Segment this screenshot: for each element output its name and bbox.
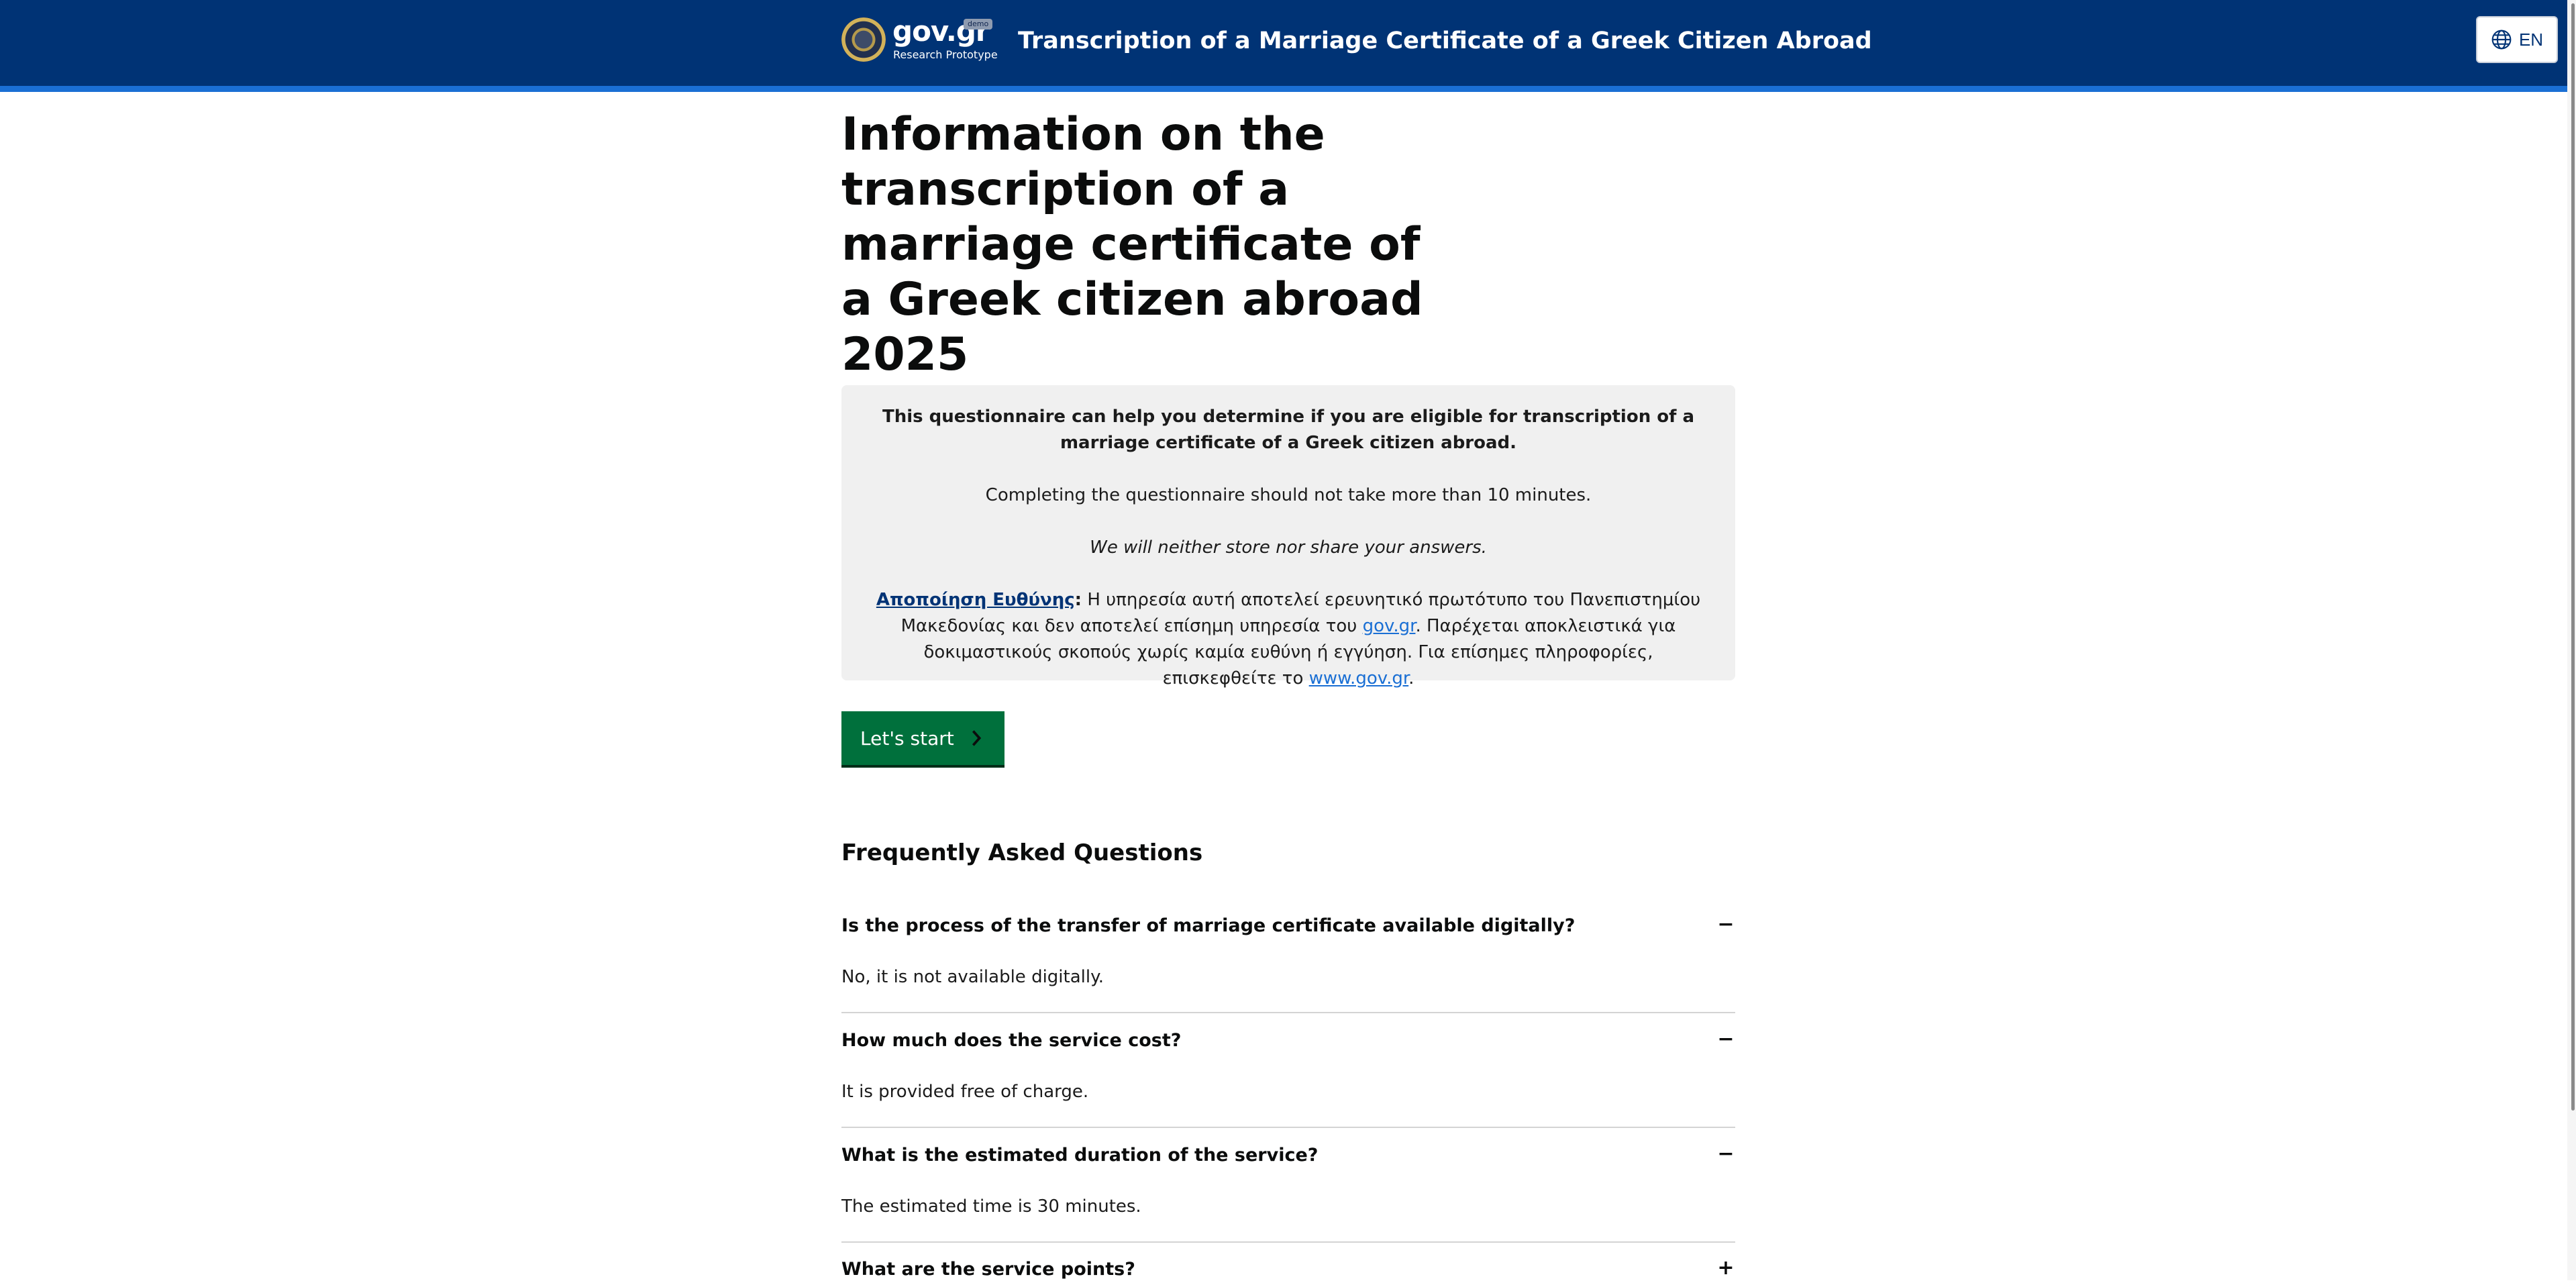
gov-gr-link[interactable]: gov.gr bbox=[1363, 616, 1416, 636]
language-code: EN bbox=[2518, 29, 2544, 50]
collapse-icon[interactable]: − bbox=[1716, 915, 1735, 935]
chevron-right-icon bbox=[972, 730, 981, 746]
faq-question[interactable]: What are the service points? + bbox=[841, 1256, 1735, 1283]
www-gov-gr-link[interactable]: www.gov.gr bbox=[1309, 668, 1409, 688]
logo-subtitle: Research Prototype bbox=[893, 48, 998, 61]
collapse-icon[interactable]: − bbox=[1716, 1029, 1735, 1049]
info-privacy: We will neither store nor share your ans… bbox=[1090, 537, 1487, 558]
faq-question[interactable]: Is the process of the transfer of marria… bbox=[841, 913, 1735, 939]
faq-question-text: Is the process of the transfer of marria… bbox=[841, 915, 1576, 936]
faq-answer: No, it is not available digitally. bbox=[841, 967, 1104, 987]
globe-icon bbox=[2491, 30, 2512, 50]
faq-answer: It is provided free of charge. bbox=[841, 1082, 1089, 1102]
start-button[interactable]: Let's start bbox=[841, 711, 1004, 768]
page-scrollbar-thumb[interactable] bbox=[2571, 3, 2575, 1111]
logo-demo-badge: demo bbox=[964, 19, 993, 30]
faq-divider bbox=[841, 1241, 1735, 1243]
disclaimer-label: Αποποίηση Ευθύνης bbox=[876, 590, 1075, 610]
gov-gr-logo[interactable]: gov.gr demo Research Prototype bbox=[841, 15, 998, 74]
faq-divider bbox=[841, 1127, 1735, 1128]
disclaimer-text-3: . bbox=[1408, 668, 1414, 688]
faq-item: Is the process of the transfer of marria… bbox=[841, 913, 1735, 990]
faq-question-text: What are the service points? bbox=[841, 1259, 1135, 1280]
faq-question-text: What is the estimated duration of the se… bbox=[841, 1145, 1319, 1166]
faq-item: How much does the service cost? − It is … bbox=[841, 1027, 1735, 1105]
page-title: Information on the transcription of a ma… bbox=[841, 108, 1423, 381]
info-disclaimer: Αποποίηση Ευθύνης: Η υπηρεσία αυτή αποτε… bbox=[868, 587, 1708, 692]
faq-question[interactable]: How much does the service cost? − bbox=[841, 1027, 1735, 1054]
greek-seal-icon bbox=[841, 17, 886, 62]
info-intro: This questionnaire can help you determin… bbox=[882, 407, 1695, 453]
faq-divider bbox=[841, 1012, 1735, 1013]
language-selector-button[interactable]: EN bbox=[2476, 16, 2558, 63]
faq-item: What is the estimated duration of the se… bbox=[841, 1142, 1735, 1219]
site-header: gov.gr demo Research Prototype Transcrip… bbox=[0, 0, 2576, 92]
faq-answer: The estimated time is 30 minutes. bbox=[841, 1196, 1141, 1217]
faq-question[interactable]: What is the estimated duration of the se… bbox=[841, 1142, 1735, 1169]
faq-item: What are the service points? + bbox=[841, 1256, 1735, 1283]
start-button-label: Let's start bbox=[860, 727, 954, 750]
collapse-icon[interactable]: − bbox=[1716, 1144, 1735, 1164]
service-title: Transcription of a Marriage Certificate … bbox=[1018, 28, 1872, 54]
disclaimer-colon: : bbox=[1074, 590, 1082, 610]
faq-title: Frequently Asked Questions bbox=[841, 839, 1203, 866]
faq-question-text: How much does the service cost? bbox=[841, 1030, 1182, 1051]
expand-icon[interactable]: + bbox=[1716, 1258, 1735, 1278]
questionnaire-info-box: This questionnaire can help you determin… bbox=[841, 385, 1735, 688]
info-duration: Completing the questionnaire should not … bbox=[985, 485, 1592, 505]
